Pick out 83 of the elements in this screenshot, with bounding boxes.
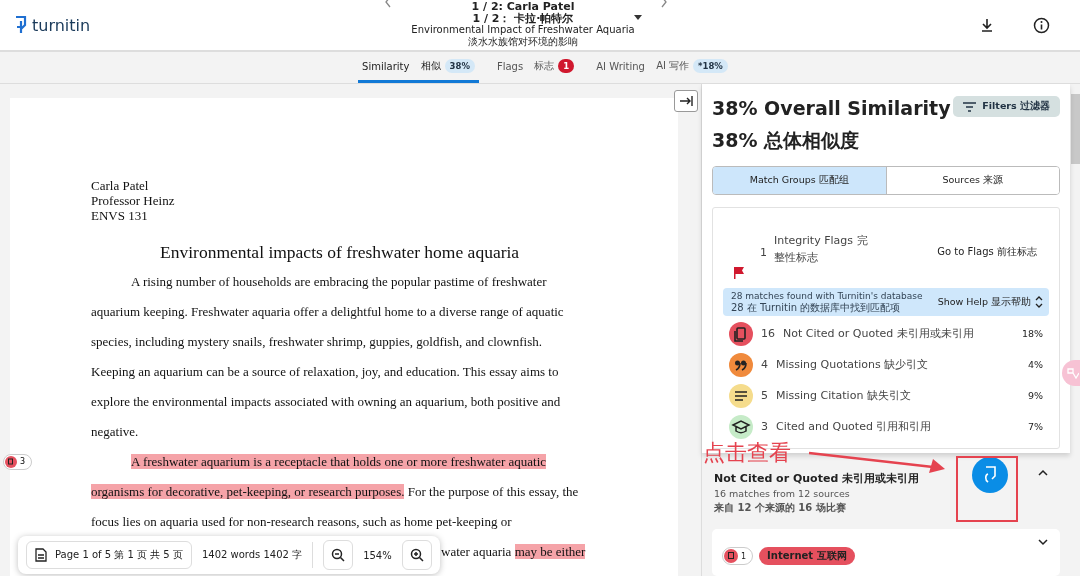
- document-heading-line: ENVS 131: [91, 208, 149, 223]
- zoom-out-icon: [331, 548, 346, 562]
- match-count: 4: [761, 358, 768, 371]
- match-count: 16: [761, 327, 775, 340]
- zoom-level: 154%: [363, 549, 392, 561]
- logo-icon: [14, 15, 28, 35]
- highlighted-text: may be either: [514, 544, 586, 559]
- chevron-down-icon[interactable]: [1038, 539, 1048, 546]
- flag-icon: [733, 266, 745, 279]
- document-text: negative.: [91, 424, 139, 439]
- highlighted-text: organisms for decorative, pet-keeping, or research purposes.: [91, 484, 405, 499]
- word-count: 1402 words 1402 字: [201, 548, 303, 562]
- group-summary: 16 matches from 12 sources: [714, 488, 851, 499]
- document-heading-line: Professor Heinz: [91, 193, 176, 208]
- source-tag: Internet 互联网: [759, 547, 855, 565]
- annotation-text: 点击查看: [703, 439, 791, 467]
- submission-name: 1 / 2: Carla Patel: [471, 1, 575, 13]
- open-source-button[interactable]: [972, 457, 1008, 493]
- chevron-up-icon[interactable]: [1038, 469, 1048, 476]
- document-text: aquarium keeping. Freshwater aquaria offer a delightful home to a diverse range of aquatic: [91, 304, 564, 319]
- tab[interactable]: Flags 标志 1: [492, 52, 579, 83]
- logo: turnitin: [32, 15, 91, 35]
- match-category-row[interactable]: 5 Missing Citation 缺失引文 9%: [723, 380, 1049, 411]
- view-toggle-button[interactable]: Match Groups 匹配组: [713, 167, 886, 194]
- zoom-out-button[interactable]: [323, 540, 354, 570]
- category-percent: 18%: [1021, 328, 1043, 339]
- percent-badge: *18%: [693, 59, 728, 73]
- help-text: 28 在 Turnitin 的数据库中找到匹配项: [731, 302, 902, 314]
- percent-badge: 38%: [444, 59, 475, 73]
- highlighted-text: A freshwater aquarium is a receptacle that holds one or more freshwater aquatic: [131, 454, 547, 469]
- download-icon[interactable]: [979, 16, 995, 34]
- category-label: Not Cited or Quoted 未引用或未引用: [783, 326, 974, 341]
- match-category-row[interactable]: 3 Cited and Quoted 引用和引用 7%: [723, 411, 1049, 442]
- document-text: focus lies on aquaria used for non-research reasons, such as home pet-keeping or: [91, 514, 512, 529]
- document-text: Keeping an aquarium can be a source of relaxation, joy, and education. This essay aims to: [91, 364, 559, 379]
- category-percent: 9%: [1027, 390, 1043, 401]
- caret-icon[interactable]: [634, 15, 642, 21]
- count-badge: 1: [558, 59, 575, 73]
- category-percent: 4%: [1027, 359, 1043, 370]
- submission-name: 1 / 2： 卡拉·帕特尔: [472, 12, 574, 24]
- group-title: Not Cited or Quoted 未引用或未引用: [714, 471, 920, 486]
- document-text: A rising number of households are embracing the popular pastime of freshwater: [131, 274, 547, 289]
- similarity-title: 38% Overall Similarity: [712, 96, 951, 121]
- match-count: 5: [761, 389, 768, 402]
- expand-icon: [1035, 295, 1043, 309]
- show-help-button[interactable]: Show Help 显示帮助: [937, 295, 1043, 309]
- match-category-row[interactable]: 4 Missing Quotations 缺少引文 4%: [723, 349, 1049, 380]
- info-icon[interactable]: [1033, 16, 1050, 34]
- page-indicator: Page 1 of 5 第 1 页 共 5 页: [55, 548, 183, 562]
- filter-icon: [963, 101, 977, 112]
- document-text: water aquaria: [441, 544, 513, 559]
- zoom-in-icon: [409, 548, 424, 562]
- copy-icon: [724, 549, 738, 563]
- category-label: Cited and Quoted 引用和引用: [776, 419, 932, 434]
- similarity-title: 38% 总体相似度: [712, 128, 861, 153]
- scrollbar[interactable]: [1071, 94, 1080, 164]
- document-title: Environmental impacts of freshwater home aquaria: [160, 241, 521, 263]
- document-text: species, including mystery snails, freshwater shrimp, guppies, goldfish, and clownfish.: [91, 334, 542, 349]
- submission-title: Environmental Impact of Freshwater Aquaria: [411, 24, 635, 36]
- return-arrow-icon: [982, 466, 998, 484]
- help-text: 28 matches found with Turnitin's database: [731, 290, 923, 302]
- zoom-in-button[interactable]: [401, 540, 432, 570]
- document-heading-line: Carla Patel: [91, 178, 150, 193]
- flag-count: 1: [760, 245, 767, 259]
- annotation-box: [956, 456, 1018, 522]
- tab[interactable]: AI Writing AI 写作 *18%: [592, 52, 732, 83]
- flags-label: Integrity Flags 完整性标志: [774, 233, 869, 266]
- filters-button[interactable]: Filters 过滤器: [953, 96, 1060, 117]
- go-to-flags-link[interactable]: Go to Flags 前往标志: [931, 244, 1043, 260]
- submission-title: 淡水水族馆对环境的影响: [468, 35, 578, 47]
- collapse-panel-icon[interactable]: [674, 90, 698, 112]
- match-count: 3: [761, 420, 768, 433]
- category-percent: 7%: [1027, 421, 1043, 432]
- match-marker[interactable]: 3: [3, 454, 33, 470]
- category-label: Missing Citation 缺失引文: [776, 388, 911, 403]
- group-summary: 来自 12 个来源的 16 场比赛: [714, 501, 847, 515]
- view-toggle-button[interactable]: Sources 来源: [885, 167, 1059, 194]
- category-label: Missing Quotations 缺少引文: [776, 357, 929, 372]
- document-text: For the purpose of this essay, the: [406, 484, 579, 499]
- match-category-row[interactable]: 16 Not Cited or Quoted 未引用或未引用 18%: [723, 318, 1049, 349]
- document-text: explore the environmental impacts associated with owning an aquarium, both positive and: [91, 394, 561, 409]
- document-icon: [35, 548, 47, 562]
- copy-icon: [5, 456, 17, 468]
